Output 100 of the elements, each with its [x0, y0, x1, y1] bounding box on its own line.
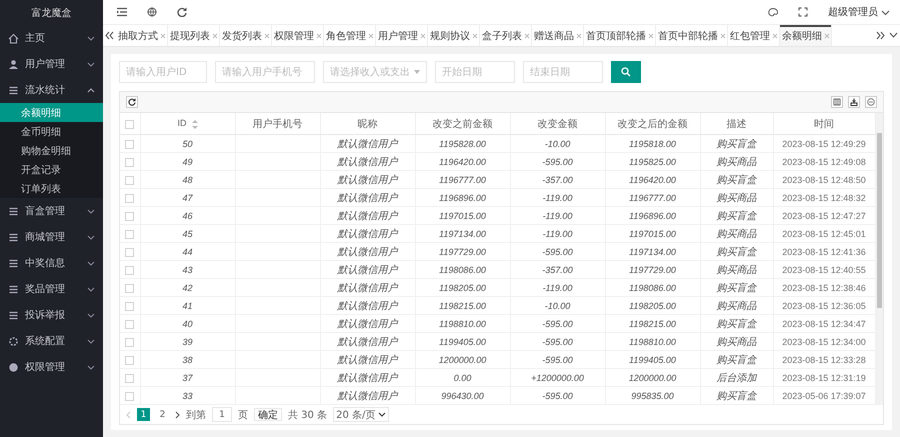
close-icon[interactable] [720, 32, 726, 39]
user-menu[interactable]: 超级管理员 [828, 5, 890, 20]
columns-button[interactable] [831, 96, 843, 108]
table-cell: 1196777.00 [629, 192, 676, 202]
print-button[interactable] [865, 96, 877, 108]
table-cell: 37 [182, 372, 192, 382]
sidebar-item[interactable]: 盲盒管理 [0, 198, 103, 224]
close-icon[interactable] [472, 32, 478, 39]
close-icon[interactable] [264, 32, 270, 39]
table-cell: -595.00 [542, 354, 573, 364]
tab[interactable]: 用户管理 [376, 25, 428, 46]
close-icon[interactable] [316, 32, 322, 39]
page-button[interactable]: 2 [156, 408, 169, 421]
tab[interactable]: 抽取方式 [116, 25, 168, 46]
tab[interactable]: 角色管理 [324, 25, 376, 46]
close-icon[interactable] [160, 32, 166, 39]
row-checkbox[interactable] [125, 212, 134, 221]
row-checkbox[interactable] [125, 338, 134, 347]
close-icon[interactable] [524, 32, 530, 39]
sort-icon[interactable] [192, 120, 198, 129]
table-cell: 购买商品 [716, 300, 756, 312]
sidebar-item[interactable]: 流水统计 [0, 77, 103, 103]
column-header[interactable]: ID [178, 118, 186, 128]
sidebar-item[interactable]: 用户管理 [0, 51, 103, 77]
close-icon[interactable] [648, 32, 654, 39]
table-cell: 1198086.00 [629, 282, 676, 292]
globe-icon[interactable] [147, 7, 157, 18]
refresh-button[interactable] [126, 96, 138, 108]
sidebar-subitem[interactable]: 购物金明细 [0, 141, 103, 160]
tab[interactable]: 权限管理 [272, 25, 324, 46]
goto-label: 到第 [186, 408, 206, 422]
sidebar-subitem[interactable]: 金币明细 [0, 122, 103, 141]
date-field[interactable]: 开始日期 [435, 61, 515, 83]
row-checkbox[interactable] [125, 266, 134, 275]
tab[interactable]: 余额明细 [780, 25, 832, 46]
row-checkbox[interactable] [125, 248, 134, 257]
row-checkbox[interactable] [125, 230, 134, 239]
chevron-down-icon[interactable] [889, 31, 898, 40]
close-icon[interactable] [824, 32, 830, 39]
close-icon[interactable] [772, 32, 778, 39]
table-cell: 49 [182, 156, 192, 166]
sidebar-item[interactable]: 中奖信息 [0, 250, 103, 276]
input-field[interactable]: 请输入用户ID [119, 61, 207, 83]
page-input[interactable]: 1 [212, 407, 232, 422]
tab[interactable]: 发货列表 [220, 25, 272, 46]
chevron-right-icon[interactable] [175, 410, 180, 418]
chevron-up-icon [87, 86, 95, 94]
sidebar-item[interactable]: 奖品管理 [0, 276, 103, 302]
date-field[interactable]: 结束日期 [523, 61, 603, 83]
chevron-down-icon [87, 234, 95, 240]
chevron-left-icon[interactable] [126, 410, 131, 418]
fullscreen-icon[interactable] [798, 7, 808, 18]
sidebar-item[interactable]: 投诉举报 [0, 302, 103, 328]
sidebar-subitem[interactable]: 开盒记录 [0, 160, 103, 179]
table-cell: 2023-08-15 12:48:32 [782, 192, 866, 202]
sidebar-item[interactable]: 主页 [0, 25, 103, 51]
sidebar-item[interactable]: 系统配置 [0, 328, 103, 354]
row-checkbox[interactable] [125, 140, 134, 149]
page-size-select[interactable]: 20 条/页 [333, 407, 390, 422]
close-icon[interactable] [368, 32, 374, 39]
table-cell: 1200000.00 [628, 372, 676, 382]
page-button[interactable]: 1 [137, 408, 150, 421]
tab[interactable]: 规则协议 [428, 25, 480, 46]
sidebar-subitem[interactable]: 订单列表 [0, 179, 103, 198]
tab[interactable]: 提现列表 [168, 25, 220, 46]
tab[interactable]: 赠送商品 [532, 25, 584, 46]
row-checkbox[interactable] [125, 158, 134, 167]
search-button[interactable] [611, 61, 641, 83]
table-cell: 2023-08-15 12:34:47 [782, 318, 866, 328]
refresh-icon[interactable] [177, 7, 187, 18]
tab[interactable]: 首页中部轮播 [656, 25, 728, 46]
double-chevron-right-icon[interactable] [876, 31, 885, 40]
select-all-checkbox[interactable] [125, 120, 134, 129]
row-checkbox[interactable] [125, 392, 134, 401]
row-checkbox[interactable] [125, 302, 134, 311]
close-icon[interactable] [212, 32, 218, 39]
sidebar-subitem[interactable]: 余额明细 [0, 103, 103, 122]
double-chevron-left-icon[interactable] [105, 31, 114, 40]
export-button[interactable] [848, 96, 860, 108]
row-checkbox[interactable] [125, 194, 134, 203]
row-checkbox[interactable] [125, 176, 134, 185]
close-icon[interactable] [576, 32, 582, 39]
sidebar-item[interactable]: 商城管理 [0, 224, 103, 250]
palette-icon[interactable] [768, 7, 778, 18]
row-checkbox[interactable] [125, 284, 134, 293]
column-header: 时间 [814, 118, 834, 130]
close-icon[interactable] [420, 32, 426, 39]
table-cell: 1197729.00 [439, 246, 486, 256]
tab[interactable]: 盒子列表 [480, 25, 532, 46]
table-cell: 50 [182, 138, 192, 148]
row-checkbox[interactable] [125, 320, 134, 329]
table-cell: 默认微信用户 [338, 138, 398, 150]
row-checkbox[interactable] [125, 356, 134, 365]
confirm-button[interactable]: 确定 [254, 408, 282, 421]
menu-icon[interactable] [117, 7, 127, 18]
sidebar-item[interactable]: 权限管理 [0, 354, 103, 380]
input-field[interactable]: 请输入用户手机号 [215, 61, 315, 83]
tab[interactable]: 首页顶部轮播 [584, 25, 656, 46]
row-checkbox[interactable] [125, 374, 134, 383]
table-cell: 默认微信用户 [338, 264, 398, 276]
